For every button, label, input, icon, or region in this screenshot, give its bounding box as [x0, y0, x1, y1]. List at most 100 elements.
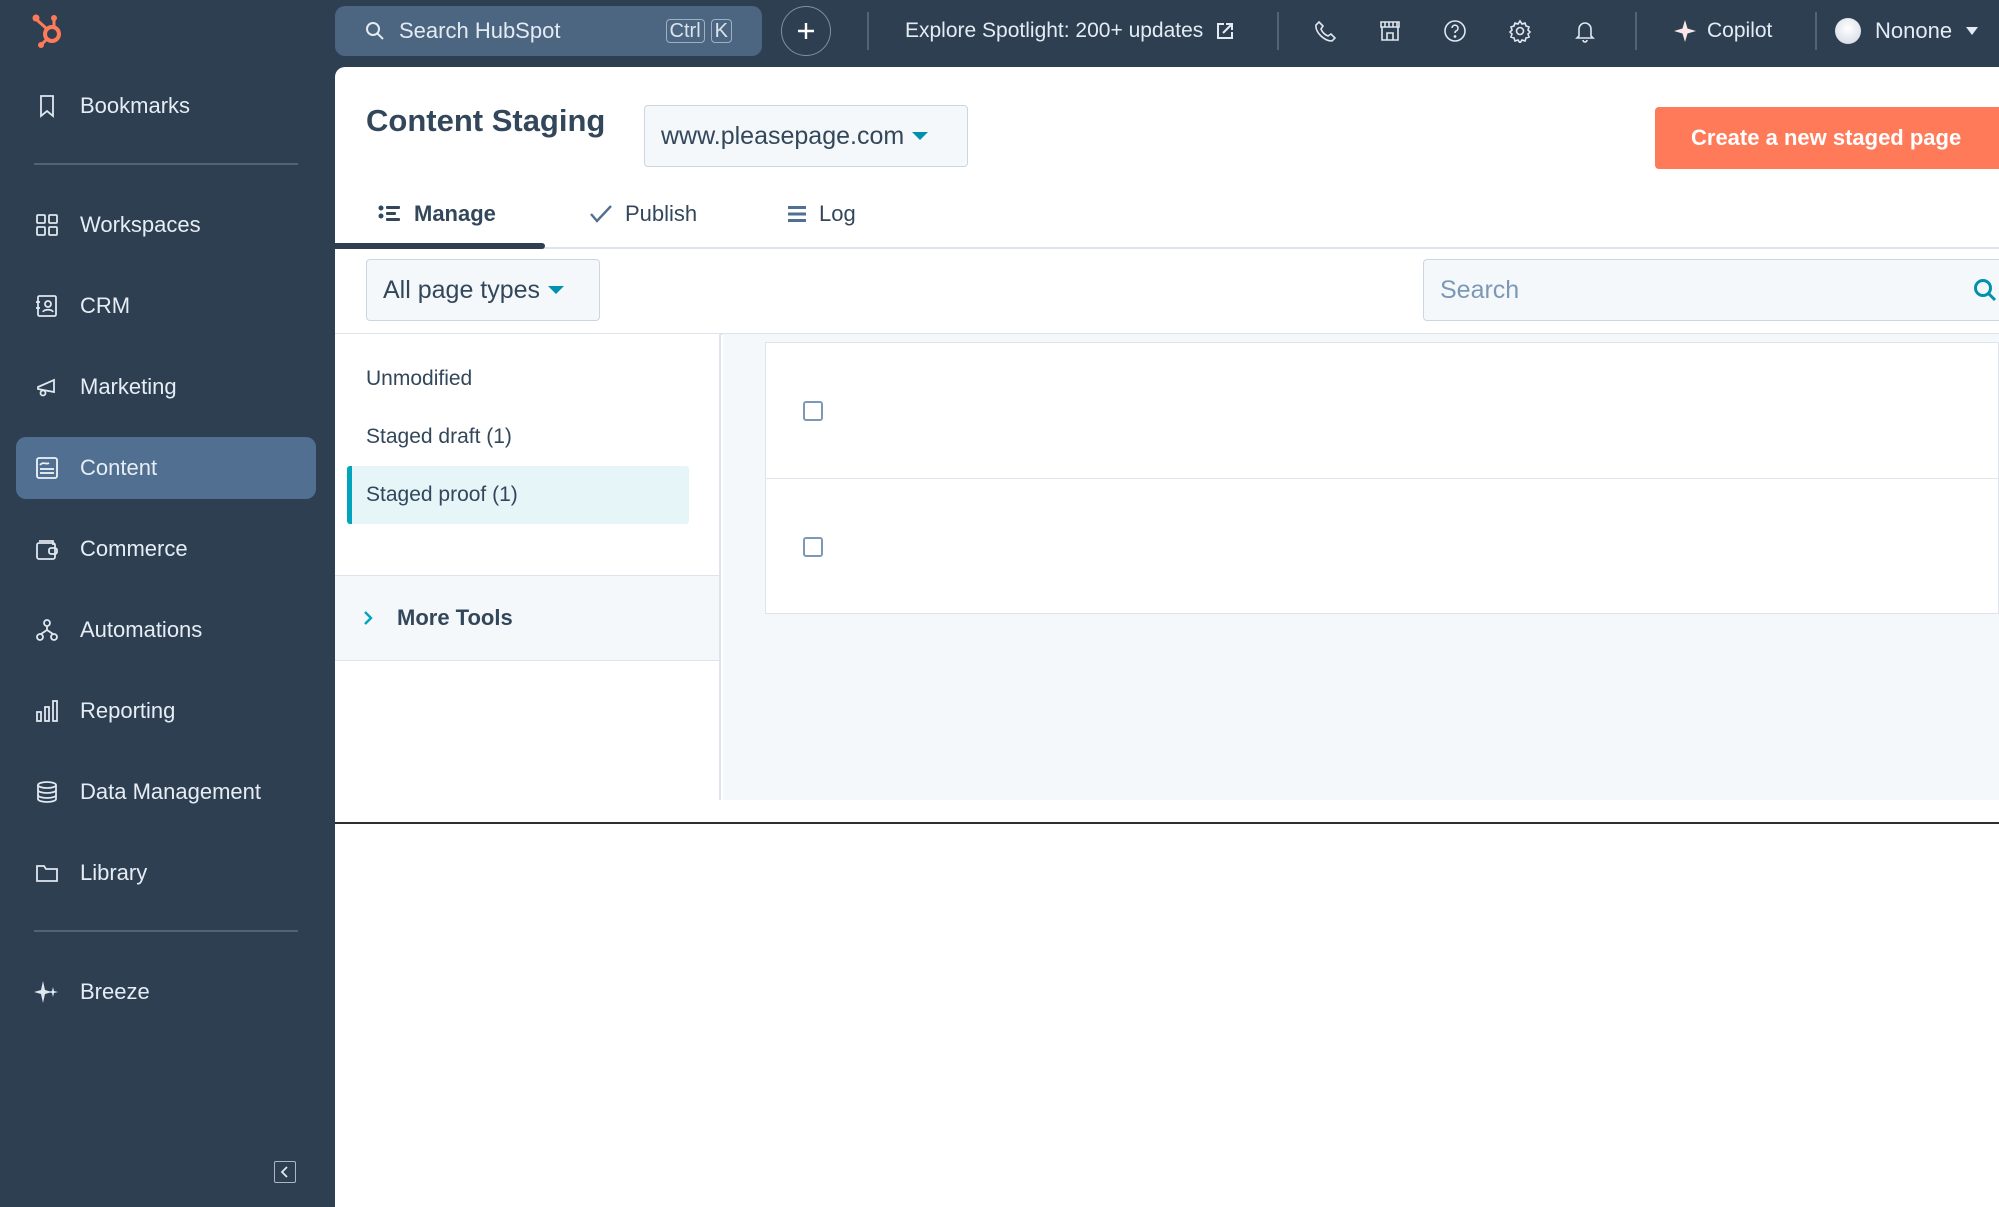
search-icon[interactable]: [1972, 277, 1998, 303]
search-input[interactable]: Search: [1423, 259, 1999, 321]
table-row: [766, 478, 1998, 613]
sidebar-item-marketing[interactable]: Marketing: [16, 356, 316, 418]
sidebar-item-label: Automations: [80, 617, 203, 642]
create-staged-page-button[interactable]: Create a new staged page: [1655, 107, 1999, 169]
sidebar-item-workspaces[interactable]: Workspaces: [16, 194, 316, 256]
help-button[interactable]: [1440, 16, 1470, 46]
sidebar-item-label: Data Management: [80, 779, 261, 804]
sidebar-item-label: Content: [80, 455, 158, 480]
wallet-icon: [34, 536, 60, 562]
tab-label: Manage: [414, 201, 496, 226]
grid-icon: [34, 212, 60, 238]
filter-staged-proof[interactable]: Staged proof (1): [347, 466, 689, 524]
keyboard-shortcut: Ctrl K: [660, 19, 732, 43]
active-tab-indicator: [335, 243, 545, 249]
filter-label: Staged draft (1): [366, 425, 512, 448]
sidebar-item-label: Reporting: [80, 698, 176, 723]
megaphone-icon: [34, 374, 60, 400]
row-checkbox[interactable]: [803, 537, 823, 557]
search-placeholder: Search: [1440, 275, 1520, 304]
sidebar-item-automations[interactable]: Automations: [16, 599, 316, 661]
caret-down-icon: [548, 286, 565, 294]
spotlight-label: Explore Spotlight: 200+ updates: [905, 19, 1204, 42]
sidebar-item-label: Breeze: [80, 979, 150, 1004]
sidebar-item-reporting[interactable]: Reporting: [16, 680, 316, 742]
caret-down-icon: [912, 132, 929, 140]
domain-select-value: www.pleasepage.com: [661, 121, 905, 150]
toolbar-separator: [1277, 12, 1279, 50]
contacts-icon: [34, 293, 60, 319]
domain-select[interactable]: www.pleasepage.com: [644, 105, 968, 167]
more-tools-toggle[interactable]: More Tools: [335, 575, 719, 661]
help-icon: [1444, 20, 1466, 42]
user-name: Nonone: [1875, 18, 1953, 43]
shortcut-key: K: [710, 19, 732, 43]
filter-staged-draft[interactable]: Staged draft (1): [347, 408, 689, 466]
folder-icon: [34, 860, 60, 886]
search-placeholder: Search HubSpot: [399, 18, 561, 43]
sidebar-item-label: Library: [80, 860, 148, 885]
global-search-input[interactable]: Search HubSpot Ctrl K: [335, 6, 762, 56]
content-icon: [34, 455, 60, 481]
marketplace-button[interactable]: [1375, 16, 1405, 46]
sidebar-item-library[interactable]: Library: [16, 842, 316, 904]
page-type-filter[interactable]: All page types: [366, 259, 600, 321]
spotlight-link[interactable]: Explore Spotlight: 200+ updates: [905, 0, 1235, 62]
filter-label: Unmodified: [366, 367, 473, 390]
sparkle-icon: [1673, 19, 1697, 43]
top-navigation-bar: Search HubSpot Ctrl K Explore Spotlight:…: [335, 0, 1999, 67]
main-content: Content Staging www.pleasepage.com Creat…: [335, 67, 1999, 1207]
settings-button[interactable]: [1505, 16, 1535, 46]
status-filter-panel: Unmodified Staged draft (1) Staged proof…: [335, 334, 721, 800]
bell-icon: [1575, 22, 1595, 43]
workflow-icon: [34, 617, 60, 643]
sidebar-divider: [34, 163, 298, 165]
sidebar-divider: [34, 930, 298, 932]
bookmark-icon: [34, 93, 60, 119]
tab-manage[interactable]: Manage: [378, 185, 496, 243]
avatar: [1835, 18, 1861, 44]
sidebar-item-label: Bookmarks: [80, 93, 191, 118]
sidebar-item-data-management[interactable]: Data Management: [16, 761, 316, 823]
hubspot-logo-icon[interactable]: [30, 12, 70, 52]
row-checkbox[interactable]: [803, 401, 823, 421]
more-tools-label: More Tools: [397, 605, 513, 630]
check-icon: [589, 204, 613, 224]
calling-button[interactable]: [1310, 16, 1340, 46]
list-icon: [378, 204, 402, 224]
toolbar-separator: [1815, 12, 1817, 50]
gear-icon: [1508, 19, 1532, 43]
page-type-filter-value: All page types: [383, 275, 541, 304]
tab-log[interactable]: Log: [787, 185, 856, 243]
create-new-button[interactable]: [781, 6, 831, 56]
staged-pages-area: [723, 334, 1999, 800]
copilot-button[interactable]: Copilot: [1673, 0, 1772, 62]
chevron-left-icon: [280, 1166, 288, 1178]
staged-pages-table: [765, 342, 1999, 614]
sidebar-item-commerce[interactable]: Commerce: [16, 518, 316, 580]
shortcut-key: Ctrl: [665, 19, 705, 43]
filter-label: Staged proof (1): [366, 483, 518, 506]
tabs-divider: [335, 247, 1999, 249]
notifications-button[interactable]: [1570, 16, 1600, 46]
search-icon: [365, 21, 385, 41]
sidebar-item-bookmarks[interactable]: Bookmarks: [16, 75, 316, 137]
account-menu[interactable]: Nonone: [1835, 0, 1979, 62]
phone-icon: [1315, 20, 1336, 42]
tab-publish[interactable]: Publish: [589, 185, 697, 243]
toolbar-separator: [1635, 12, 1637, 50]
sidebar-item-content[interactable]: Content: [16, 437, 316, 499]
filter-unmodified[interactable]: Unmodified: [347, 350, 689, 408]
sidebar-item-breeze[interactable]: Breeze: [16, 961, 316, 1023]
collapse-sidebar-button[interactable]: [274, 1161, 296, 1183]
sidebar-item-label: Marketing: [80, 374, 177, 399]
caret-down-icon: [1966, 27, 1979, 35]
sparkle-icon: [34, 979, 60, 1005]
tab-label: Publish: [625, 201, 698, 226]
table-row: [766, 343, 1998, 478]
sidebar-item-label: CRM: [80, 293, 131, 318]
sidebar: Bookmarks Workspaces CRM Marketing Conte…: [0, 0, 335, 1207]
chevron-right-icon: [363, 610, 373, 626]
sidebar-item-crm[interactable]: CRM: [16, 275, 316, 337]
menu-lines-icon: [787, 204, 807, 224]
